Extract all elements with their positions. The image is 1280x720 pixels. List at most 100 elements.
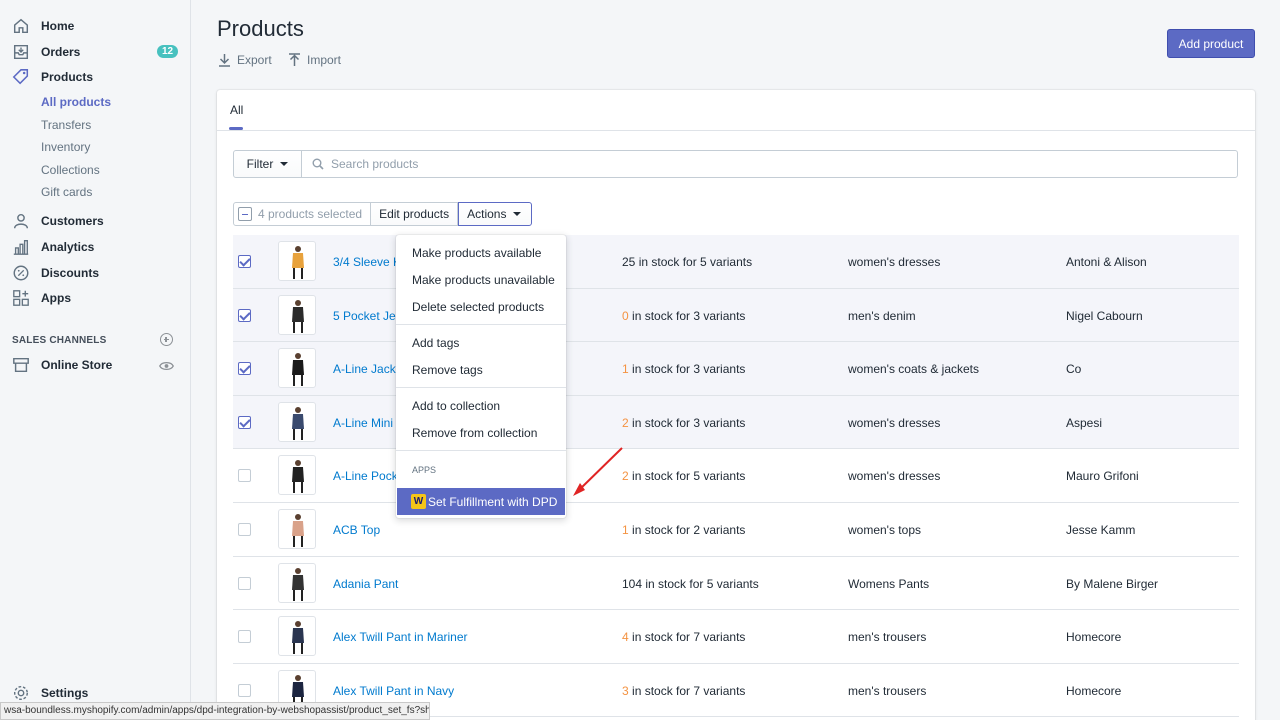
menu-add-tags[interactable]: Add tags: [412, 336, 459, 350]
menu-set-fulfillment-dpd[interactable]: W Set Fulfillment with DPD: [397, 488, 565, 515]
export-link[interactable]: Export: [218, 53, 272, 67]
stock-count: 1: [622, 362, 629, 377]
nav-online-store[interactable]: Online Store: [12, 355, 112, 375]
stock-text: in stock for 3 variants: [628, 415, 746, 430]
nav-products[interactable]: Products: [12, 67, 93, 87]
sub-all-products[interactable]: All products: [41, 95, 111, 109]
product-name-link[interactable]: ACB Top: [333, 523, 380, 537]
nav-discounts[interactable]: Discounts: [12, 263, 99, 283]
row-checkbox[interactable]: [238, 630, 251, 644]
product-thumbnail[interactable]: [278, 562, 316, 603]
nav-label: Apps: [41, 291, 71, 305]
nav-settings[interactable]: Settings: [12, 683, 88, 703]
menu-remove-tags[interactable]: Remove tags: [412, 363, 483, 377]
filter-button[interactable]: Filter: [233, 150, 302, 178]
add-product-button[interactable]: Add product: [1167, 29, 1255, 58]
tab-all[interactable]: All: [230, 103, 243, 117]
products-table: 3/4 Sleeve Ki 25 in stock for 5 variants w…: [233, 235, 1239, 718]
selected-count: 4 products selected: [258, 207, 363, 221]
table-row[interactable]: 3/4 Sleeve Ki 25 in stock for 5 variants w…: [233, 235, 1239, 289]
product-name-link[interactable]: A-Line Mini D: [333, 416, 405, 430]
nav-analytics[interactable]: Analytics: [12, 237, 94, 257]
product-thumbnail[interactable]: [278, 294, 316, 335]
stock-count: 1: [622, 522, 629, 537]
tab-divider: [217, 130, 1255, 131]
sub-collections[interactable]: Collections: [41, 163, 100, 177]
add-channel-icon[interactable]: [160, 333, 173, 346]
search-input[interactable]: [331, 157, 1131, 171]
nav-customers[interactable]: Customers: [12, 211, 104, 231]
nav-label: Analytics: [41, 240, 95, 254]
row-checkbox[interactable]: [238, 255, 251, 268]
table-row[interactable]: 5 Pocket Jear 0 in stock for 3 variants me…: [233, 288, 1239, 343]
import-link[interactable]: Import: [288, 53, 341, 67]
sub-transfers[interactable]: Transfers: [41, 118, 91, 132]
table-row[interactable]: Adania Pant 104 in stock for 5 variants Wo…: [233, 557, 1239, 611]
product-name-link[interactable]: A-Line Pocke: [333, 469, 404, 483]
table-row[interactable]: A-Line Pocke 2 in stock for 5 variants wom…: [233, 449, 1239, 503]
product-name-link[interactable]: Adania Pant: [333, 577, 398, 591]
product-name-link[interactable]: A-Line Jacket: [333, 362, 406, 376]
row-checkbox[interactable]: [238, 415, 251, 429]
home-icon: [12, 17, 30, 35]
apps-icon: [12, 289, 30, 307]
product-vendor: Homecore: [1066, 630, 1122, 645]
row-checkbox[interactable]: [238, 576, 251, 590]
menu-make-available[interactable]: Make products available: [412, 246, 541, 260]
actions-label: Actions: [467, 207, 507, 221]
stock-info: 3 in stock for 7 variants: [622, 684, 745, 698]
nav-apps[interactable]: Apps: [12, 288, 71, 308]
stock-text: in stock for 5 variants: [642, 576, 759, 591]
menu-add-to-collection[interactable]: Add to collection: [412, 399, 500, 413]
indeterminate-checkbox[interactable]: [238, 207, 252, 221]
product-thumbnail[interactable]: [278, 455, 316, 496]
actions-button[interactable]: Actions: [458, 202, 533, 226]
product-type: women's dresses: [848, 469, 941, 484]
search-icon: [312, 158, 324, 170]
stock-info: 0 in stock for 3 variants: [622, 309, 745, 323]
sub-inventory[interactable]: Inventory: [41, 140, 90, 154]
row-checkbox[interactable]: [238, 522, 251, 536]
page-title: Products: [217, 16, 304, 41]
search-field[interactable]: [301, 150, 1238, 178]
nav-label: Discounts: [41, 266, 100, 280]
sub-gift-cards[interactable]: Gift cards: [41, 185, 92, 199]
product-name-link[interactable]: Alex Twill Pant in Mariner: [333, 630, 468, 644]
row-checkbox[interactable]: [238, 469, 251, 483]
edit-products-button[interactable]: Edit products: [371, 202, 459, 226]
bulk-select-toggle[interactable]: 4 products selected: [233, 202, 372, 226]
stock-count: 3: [622, 683, 629, 698]
product-name-link[interactable]: 3/4 Sleeve Ki: [333, 255, 404, 269]
product-name-link[interactable]: Alex Twill Pant in Navy: [333, 684, 454, 698]
nav-orders[interactable]: Orders: [12, 42, 80, 62]
nav-label: Products: [41, 70, 94, 84]
product-thumbnail[interactable]: [278, 348, 316, 389]
table-row[interactable]: A-Line Jacket 1 in stock for 3 variants wo…: [233, 342, 1239, 396]
menu-delete-products[interactable]: Delete selected products: [412, 300, 544, 314]
nav-label: Online Store: [41, 358, 113, 372]
bulk-actions-bar: 4 products selected Edit products Action…: [233, 202, 533, 226]
row-checkbox[interactable]: [238, 683, 251, 697]
stock-count: 25: [622, 255, 636, 269]
nav-home[interactable]: Home: [12, 16, 74, 36]
product-thumbnail[interactable]: [278, 508, 316, 549]
caret-down-icon: [513, 212, 522, 216]
menu-make-unavailable[interactable]: Make products unavailable: [412, 273, 555, 287]
product-thumbnail[interactable]: [278, 241, 316, 281]
nav-label: Settings: [41, 686, 89, 700]
product-thumbnail[interactable]: [278, 616, 316, 657]
product-vendor: By Malene Birger: [1066, 576, 1159, 591]
menu-remove-from-collection[interactable]: Remove from collection: [412, 426, 537, 440]
table-row[interactable]: ACB Top 1 in stock for 2 variants women's …: [233, 503, 1239, 557]
table-row[interactable]: A-Line Mini D 2 in stock for 3 variants wo…: [233, 395, 1239, 450]
download-icon: [219, 54, 230, 67]
nav-label: Customers: [41, 214, 104, 228]
caret-down-icon: [280, 162, 289, 166]
menu-divider: [396, 450, 566, 451]
eye-icon[interactable]: [158, 360, 175, 375]
row-checkbox[interactable]: [238, 308, 251, 322]
table-row[interactable]: Alex Twill Pant in Mariner 4 in stock for…: [233, 610, 1239, 664]
row-checkbox[interactable]: [238, 362, 251, 376]
product-thumbnail[interactable]: [278, 401, 316, 442]
stock-text: in stock for 2 variants: [628, 522, 746, 537]
